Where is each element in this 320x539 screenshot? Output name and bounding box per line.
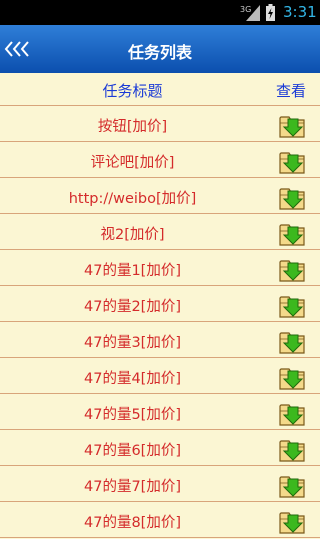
- folder-download-icon[interactable]: [278, 219, 308, 247]
- folder-download-icon[interactable]: [278, 399, 308, 427]
- folder-download-icon[interactable]: [278, 147, 308, 175]
- task-title: 按钮[加价]: [97, 119, 168, 135]
- page-title: 任务列表: [127, 43, 192, 62]
- status-bar: 3G 3:31: [0, 0, 320, 25]
- task-row[interactable]: 47的量5[加价]: [0, 394, 320, 430]
- task-row[interactable]: 评论吧[加价]: [0, 142, 320, 178]
- folder-download-icon[interactable]: [278, 471, 308, 499]
- folder-download-icon[interactable]: [278, 507, 308, 535]
- task-title: 47的量1[加价]: [84, 263, 181, 279]
- task-row[interactable]: 47的量7[加价]: [0, 466, 320, 502]
- task-title: 47的量6[加价]: [84, 443, 181, 459]
- task-row[interactable]: 47的量6[加价]: [0, 430, 320, 466]
- folder-download-icon[interactable]: [278, 111, 308, 139]
- task-row[interactable]: 47的量2[加价]: [0, 286, 320, 322]
- task-title: 47的量4[加价]: [84, 371, 181, 387]
- folder-download-icon[interactable]: [278, 183, 308, 211]
- title-bar: 任务列表: [0, 25, 320, 73]
- task-title: 47的量3[加价]: [84, 335, 181, 351]
- list-header: 任务标题 查看: [0, 73, 320, 106]
- folder-download-icon[interactable]: [278, 255, 308, 283]
- task-row[interactable]: 按钮[加价]: [0, 106, 320, 142]
- folder-download-icon[interactable]: [278, 327, 308, 355]
- task-row[interactable]: 视2[加价]: [0, 214, 320, 250]
- folder-download-icon[interactable]: [278, 291, 308, 319]
- header-view-column: 查看: [276, 82, 307, 100]
- battery-charging-icon: [266, 4, 275, 21]
- task-title: http://weibo[加价]: [68, 191, 197, 207]
- task-title: 47的量2[加价]: [84, 299, 181, 315]
- task-row[interactable]: http://weibo[加价]: [0, 178, 320, 214]
- task-list: 按钮[加价] 评论吧[加价] http://weibo[加价] 视2[加价] 47的量1…: [0, 106, 320, 538]
- signal-icon: [246, 5, 260, 21]
- task-row[interactable]: 47的量1[加价]: [0, 250, 320, 286]
- task-row[interactable]: 47的量3[加价]: [0, 322, 320, 358]
- task-title: 47的量5[加价]: [84, 407, 181, 423]
- header-title-column: 任务标题: [102, 82, 163, 100]
- task-title: 47的量7[加价]: [84, 479, 181, 495]
- status-time: 3:31: [283, 3, 317, 21]
- task-title: 视2[加价]: [100, 227, 165, 243]
- task-title: 评论吧[加价]: [90, 155, 175, 171]
- folder-download-icon[interactable]: [278, 435, 308, 463]
- task-row[interactable]: 47的量4[加价]: [0, 358, 320, 394]
- folder-download-icon[interactable]: [278, 363, 308, 391]
- task-title: 47的量8[加价]: [84, 515, 181, 531]
